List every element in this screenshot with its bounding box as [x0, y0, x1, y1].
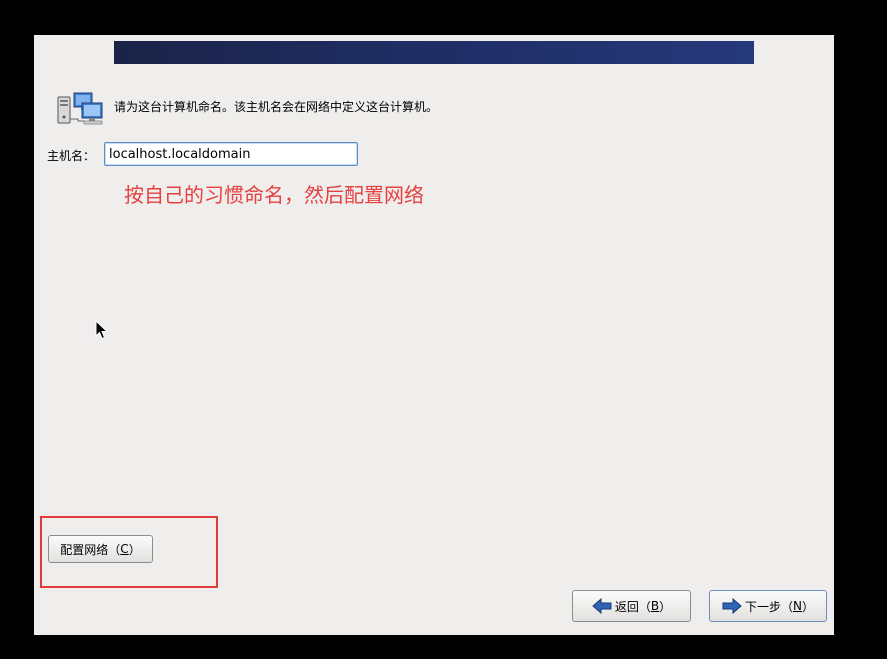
- arrow-right-icon: [722, 598, 742, 614]
- hostname-label: 主机名：: [47, 149, 96, 163]
- configure-network-label: 配置网络（: [60, 542, 121, 557]
- next-suffix: ）: [801, 599, 814, 614]
- hostname-prompt: 请为这台计算机命名。该主机名会在网络中定义这台计算机。: [114, 100, 439, 114]
- back-suffix: ）: [659, 599, 672, 614]
- configure-network-suffix: ）: [128, 542, 141, 557]
- installer-window: 请为这台计算机命名。该主机名会在网络中定义这台计算机。 主机名： 按自己的习惯命…: [34, 35, 834, 635]
- back-label: 返回（: [614, 599, 651, 614]
- mouse-cursor-icon: [95, 320, 109, 340]
- arrow-left-icon: [592, 598, 612, 614]
- next-button[interactable]: 下一步（ N）: [709, 590, 827, 622]
- next-mnemonic: N: [793, 599, 802, 613]
- next-label: 下一步（: [744, 599, 793, 614]
- back-button[interactable]: 返回（ B）: [572, 590, 691, 622]
- back-mnemonic: B: [650, 599, 660, 613]
- configure-network-button[interactable]: 配置网络（ C）: [48, 535, 153, 563]
- configure-network-mnemonic: C: [120, 542, 129, 556]
- annotation-text: 按自己的习惯命名，然后配置网络: [124, 183, 424, 207]
- header-banner: [114, 41, 754, 64]
- hostname-input[interactable]: [104, 142, 358, 166]
- network-computers-icon: [57, 92, 103, 125]
